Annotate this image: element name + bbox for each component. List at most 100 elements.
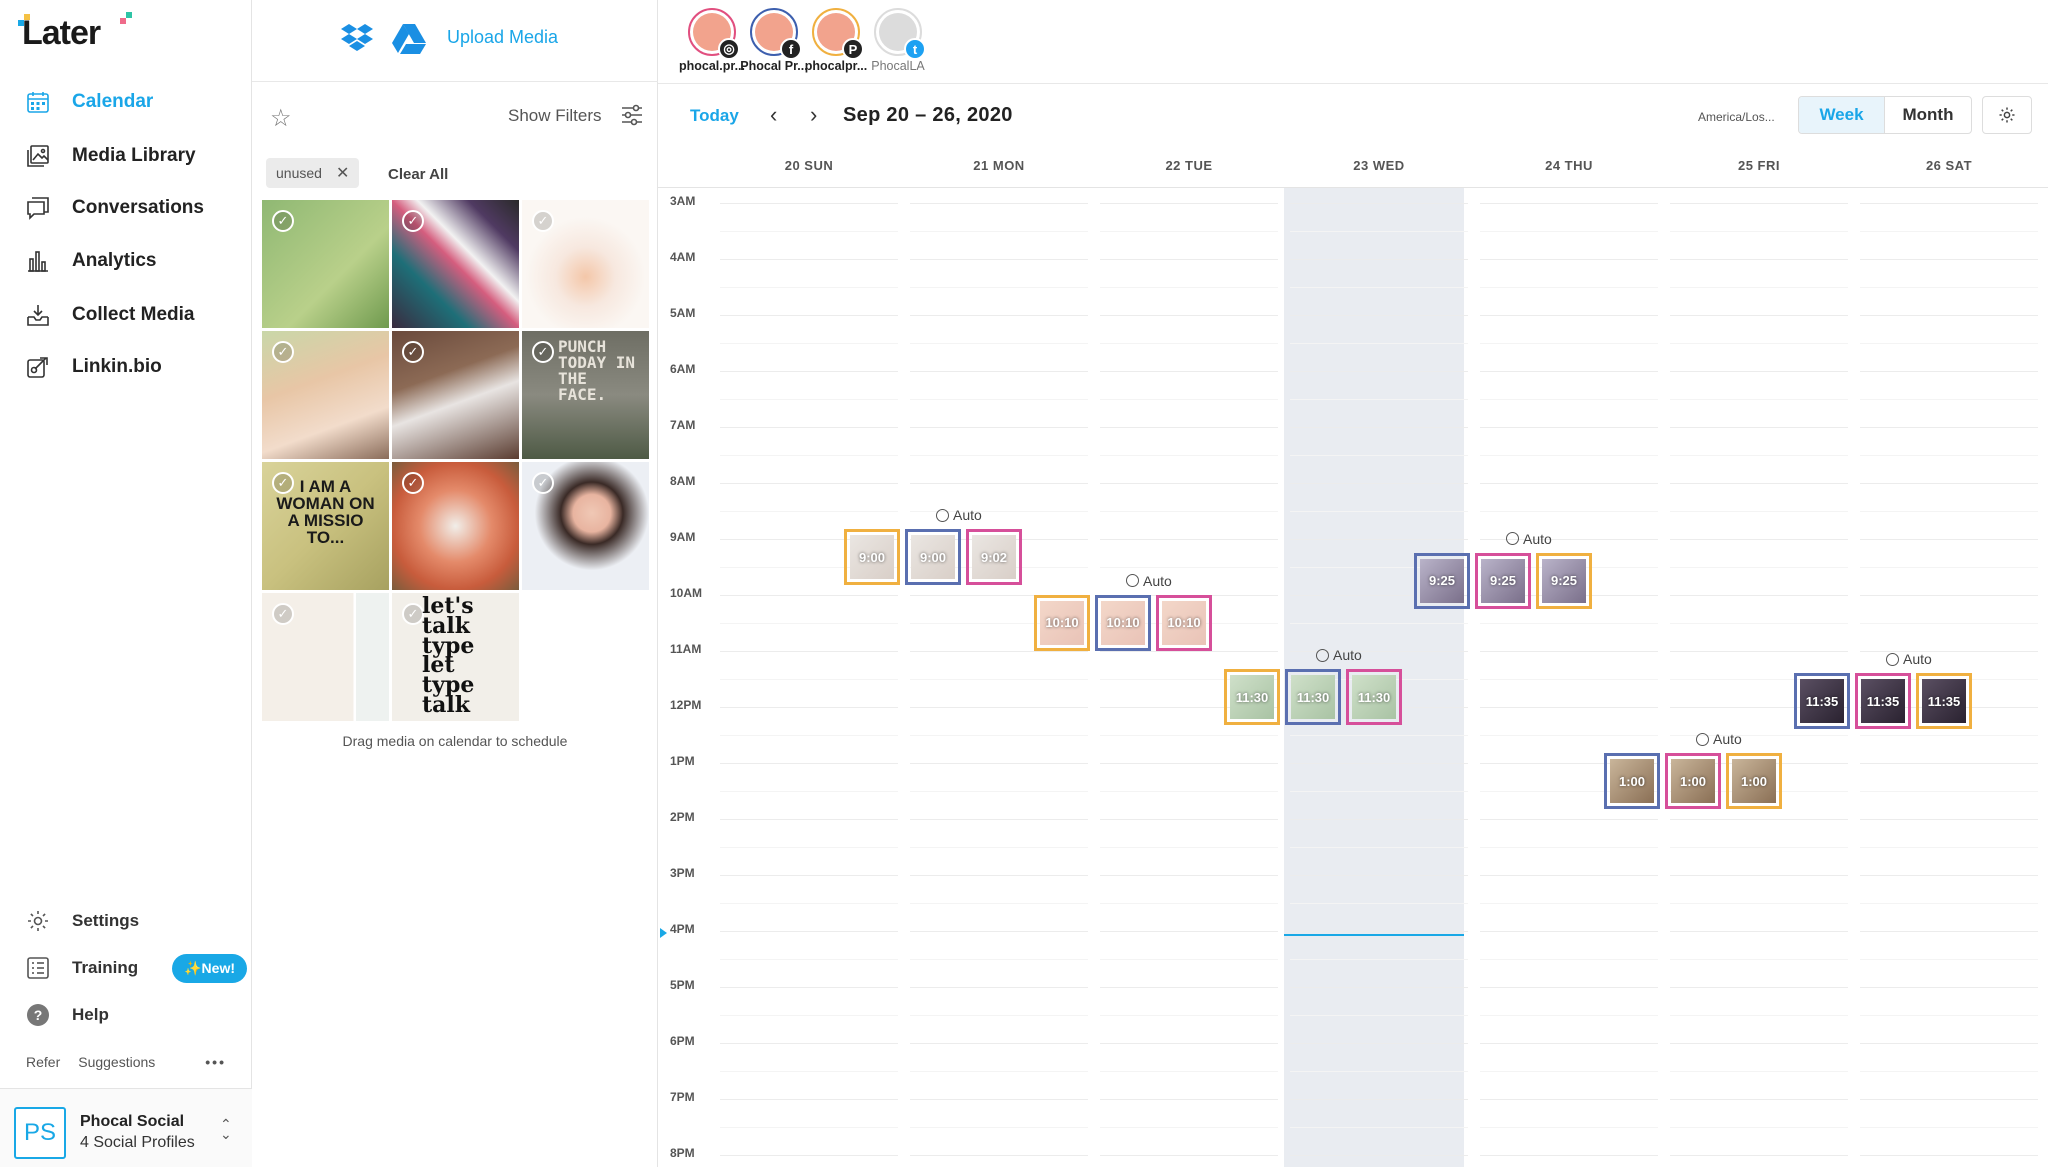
nav-collect-media[interactable]: Collect Media — [24, 299, 194, 331]
check-icon[interactable]: ✓ — [272, 210, 294, 232]
new-badge[interactable]: ✨New! — [172, 953, 248, 983]
post-time: 9:25 — [1481, 558, 1525, 603]
week-view-button[interactable]: Week — [1799, 97, 1885, 133]
suggestions-link[interactable]: Suggestions — [78, 1054, 155, 1070]
timezone-select[interactable]: America/Los... — [1698, 110, 1775, 124]
google-drive-icon[interactable] — [392, 24, 426, 59]
check-icon[interactable]: ✓ — [272, 341, 294, 363]
nav-calendar[interactable]: Calendar — [24, 86, 153, 118]
nav-analytics[interactable]: Analytics — [24, 245, 156, 277]
media-thumb[interactable]: ✓ I AM A WOMAN ON A MISSIO TO... — [262, 462, 389, 590]
scheduled-post[interactable]: 10:10 — [1156, 594, 1212, 651]
hour-label: 5PM — [670, 978, 695, 992]
chevron-updown-icon[interactable]: ⌃ ⌄ — [220, 1117, 232, 1141]
calendar-settings-button[interactable] — [1982, 96, 2032, 134]
media-thumb[interactable]: ✓ let's talk type let type talk — [392, 593, 519, 721]
hour-line — [910, 203, 1088, 204]
scheduled-post[interactable]: 11:30 — [1285, 669, 1341, 725]
half-hour-line — [1100, 343, 1278, 344]
day-header[interactable]: 25 FRI — [1664, 158, 1854, 173]
scheduled-post[interactable]: 11:35 — [1855, 673, 1911, 730]
check-icon[interactable]: ✓ — [532, 472, 554, 494]
day-header[interactable]: 20 SUN — [714, 158, 904, 173]
scheduled-post[interactable]: 9:25 — [1536, 552, 1592, 609]
scheduled-post[interactable]: 11:35 — [1794, 673, 1850, 730]
scheduled-post[interactable]: 9:00 — [905, 529, 961, 585]
scheduled-post[interactable]: 10:10 — [1095, 594, 1151, 651]
filter-sliders-icon[interactable] — [620, 104, 644, 131]
nav-training[interactable]: Training ✨New! — [24, 953, 248, 983]
day-header[interactable]: 24 THU — [1474, 158, 1664, 173]
today-button[interactable]: Today — [690, 106, 739, 126]
more-icon[interactable]: ••• — [205, 1054, 226, 1070]
hour-line — [1100, 1043, 1278, 1044]
media-thumb[interactable]: ✓ — [392, 331, 519, 459]
chevron-right-icon[interactable]: › — [810, 102, 817, 128]
date-range: Sep 20 – 26, 2020 — [843, 104, 1013, 126]
hour-label: 1PM — [670, 754, 695, 768]
refer-link[interactable]: Refer — [26, 1054, 60, 1070]
check-icon[interactable]: ✓ — [272, 603, 294, 625]
media-thumb[interactable]: ✓ — [522, 462, 649, 590]
profile-switcher[interactable]: PS Phocal Social 4 Social Profiles ⌃ ⌄ — [0, 1088, 252, 1167]
scheduled-post[interactable]: 10:10 — [1034, 594, 1090, 651]
half-hour-line — [1100, 1015, 1278, 1016]
scheduled-post[interactable]: 9:00 — [844, 529, 900, 585]
nav-media-library[interactable]: Media Library — [24, 140, 196, 172]
scheduled-post[interactable]: 1:00 — [1604, 753, 1660, 809]
check-icon[interactable]: ✓ — [402, 472, 424, 494]
avatar: P — [812, 8, 864, 60]
media-thumb[interactable]: ✓ — [262, 200, 389, 328]
hour-line — [1100, 427, 1278, 428]
day-header[interactable]: 21 MON — [904, 158, 1094, 173]
media-thumb[interactable]: ✓ — [392, 200, 519, 328]
hour-line — [1860, 1099, 2038, 1100]
scheduled-post[interactable]: 9:02 — [966, 529, 1022, 585]
hour-line — [1100, 875, 1278, 876]
scheduled-post[interactable]: 1:00 — [1665, 753, 1721, 809]
hour-line — [1860, 203, 2038, 204]
nav-conversations[interactable]: Conversations — [24, 192, 204, 224]
media-thumb[interactable]: ✓ — [262, 593, 389, 721]
nav-settings[interactable]: Settings — [24, 906, 139, 936]
chevron-left-icon[interactable]: ‹ — [770, 102, 777, 128]
scheduled-post[interactable]: 11:30 — [1346, 669, 1402, 725]
dropbox-icon[interactable] — [340, 24, 374, 59]
hour-line — [1860, 259, 2038, 260]
scheduled-post[interactable]: 9:25 — [1414, 552, 1470, 609]
month-view-button[interactable]: Month — [1885, 97, 1971, 133]
close-icon[interactable]: ✕ — [336, 165, 349, 182]
upload-media-link[interactable]: Upload Media — [447, 27, 558, 48]
check-icon[interactable]: ✓ — [402, 603, 424, 625]
check-icon[interactable]: ✓ — [532, 341, 554, 363]
show-filters-button[interactable]: Show Filters — [508, 106, 602, 126]
day-header[interactable]: 26 SAT — [1854, 158, 2044, 173]
hour-line — [910, 483, 1088, 484]
check-icon[interactable]: ✓ — [402, 210, 424, 232]
hour-line — [1290, 539, 1468, 540]
half-hour-line — [1860, 455, 2038, 456]
nav-help[interactable]: ? Help — [24, 1000, 109, 1030]
media-thumb[interactable]: ✓ — [522, 200, 649, 328]
check-icon[interactable]: ✓ — [532, 210, 554, 232]
scheduled-post[interactable]: 11:35 — [1916, 673, 1972, 730]
nav-linkin-bio[interactable]: Linkin.bio — [24, 351, 162, 383]
media-thumb[interactable]: ✓ — [392, 462, 519, 590]
scheduled-post[interactable]: 9:25 — [1475, 552, 1531, 609]
scheduled-post[interactable]: 11:30 — [1224, 669, 1280, 725]
hour-label: 6PM — [670, 1034, 695, 1048]
half-hour-line — [720, 1071, 898, 1072]
hour-line — [1290, 987, 1468, 988]
media-thumb[interactable]: ✓ PUNCH TODAY IN THE FACE. — [522, 331, 649, 459]
later-logo[interactable]: Later — [18, 12, 132, 53]
clear-all-button[interactable]: Clear All — [388, 166, 448, 183]
day-header[interactable]: 23 WED — [1284, 158, 1474, 173]
star-icon[interactable]: ☆ — [270, 104, 292, 133]
day-header[interactable]: 22 TUE — [1094, 158, 1284, 173]
profile-twitter[interactable]: t PhocalLA — [860, 8, 936, 73]
check-icon[interactable]: ✓ — [402, 341, 424, 363]
filter-tag-unused[interactable]: unused ✕ — [266, 158, 360, 188]
half-hour-line — [1860, 567, 2038, 568]
media-thumb[interactable]: ✓ — [262, 331, 389, 459]
scheduled-post[interactable]: 1:00 — [1726, 753, 1782, 809]
